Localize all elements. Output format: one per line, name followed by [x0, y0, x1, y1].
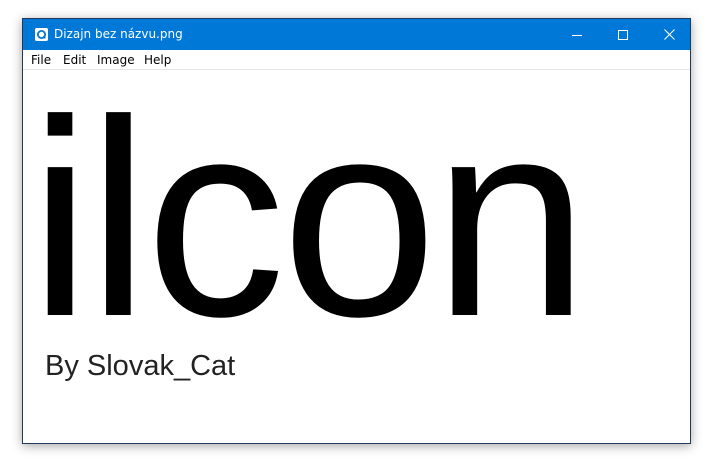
maximize-icon	[618, 25, 628, 44]
image-main-text: ilcon	[29, 70, 589, 375]
window-title: Dizajn bez názvu.png	[54, 27, 183, 41]
menu-file[interactable]: File	[31, 53, 51, 67]
maximize-button[interactable]	[600, 19, 646, 50]
image-viewer-window: Dizajn bez názvu.png File Edit Image Hel…	[22, 18, 691, 444]
menu-help[interactable]: Help	[144, 53, 171, 67]
minimize-icon	[572, 25, 582, 44]
minimize-button[interactable]	[554, 19, 600, 50]
image-byline: By Slovak_Cat	[45, 350, 236, 382]
menu-bar: File Edit Image Help	[23, 50, 690, 70]
close-icon	[663, 25, 675, 44]
image-viewer-icon	[35, 28, 48, 41]
close-button[interactable]	[646, 19, 690, 50]
title-bar[interactable]: Dizajn bez názvu.png	[23, 19, 690, 50]
menu-edit[interactable]: Edit	[63, 53, 86, 67]
image-canvas: ilcon By Slovak_Cat	[23, 70, 690, 443]
menu-image[interactable]: Image	[97, 53, 135, 67]
